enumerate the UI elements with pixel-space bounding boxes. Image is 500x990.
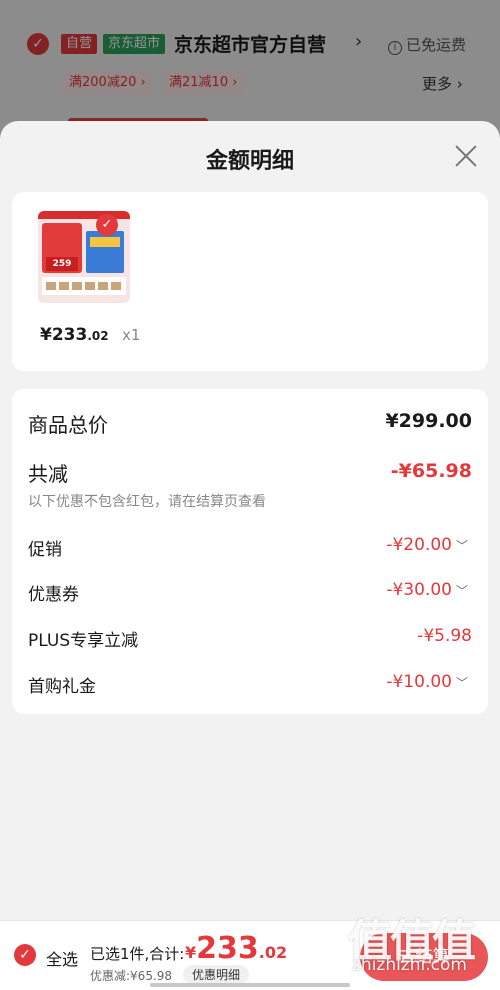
plus-discount-value: -¥5.98 — [417, 626, 472, 646]
total-price-label: 商品总价 — [28, 413, 108, 437]
total-reduction-label: 共减 — [28, 462, 68, 486]
discount-summary: 优惠减:¥65.98 — [90, 969, 173, 983]
discount-detail-button[interactable]: 优惠明细 — [183, 965, 250, 985]
amount-detail-sheet: 金额明细 259 ✓ ¥233.02 x1 商品总价 ¥299.00 共减 -¥… — [0, 121, 500, 990]
home-indicator[interactable] — [150, 983, 350, 987]
check-badge-icon: ✓ — [96, 214, 118, 236]
chevron-down-icon: ﹀ — [455, 583, 468, 598]
item-quantity: x1 — [122, 326, 141, 344]
sum-price: ¥233.02 — [185, 931, 288, 966]
promotion-value[interactable]: -¥20.00 ﹀ — [386, 535, 468, 555]
chevron-down-icon: ﹀ — [455, 675, 468, 690]
chevron-down-icon: ﹀ — [455, 538, 468, 553]
watermark-url: zhizhizhi.com — [352, 955, 467, 975]
thumb-price-badge: 259 — [46, 257, 78, 271]
total-reduction-value: -¥65.98 — [390, 460, 472, 482]
reduction-note: 以下优惠不包含红包，请在结算页查看 — [28, 494, 266, 510]
plus-discount-label: PLUS专享立减 — [28, 631, 139, 651]
selected-count-text: 已选1件,合计: — [90, 945, 185, 963]
first-purchase-gift-label: 首购礼金 — [28, 677, 96, 697]
total-price-value: ¥299.00 — [385, 410, 472, 432]
price-breakdown-card: 商品总价 ¥299.00 共减 -¥65.98 以下优惠不包含红包，请在结算页查… — [12, 389, 488, 714]
first-purchase-gift-value[interactable]: -¥10.00 ﹀ — [386, 672, 468, 692]
product-thumbnail[interactable]: 259 ✓ — [38, 211, 130, 303]
coupon-value[interactable]: -¥30.00 ﹀ — [386, 580, 468, 600]
coupon-label: 优惠券 — [28, 585, 79, 605]
item-price: ¥233.02 — [40, 325, 109, 345]
select-all-check-icon[interactable]: ✓ — [14, 944, 36, 966]
product-card: 259 ✓ ¥233.02 x1 — [12, 192, 488, 371]
sheet-title: 金额明细 — [205, 149, 294, 174]
select-all-label[interactable]: 全选 — [46, 946, 78, 970]
close-icon[interactable] — [451, 141, 481, 171]
promotion-label: 促销 — [28, 540, 62, 560]
watermark: 值值值 zhizhizhi.com — [348, 905, 493, 983]
